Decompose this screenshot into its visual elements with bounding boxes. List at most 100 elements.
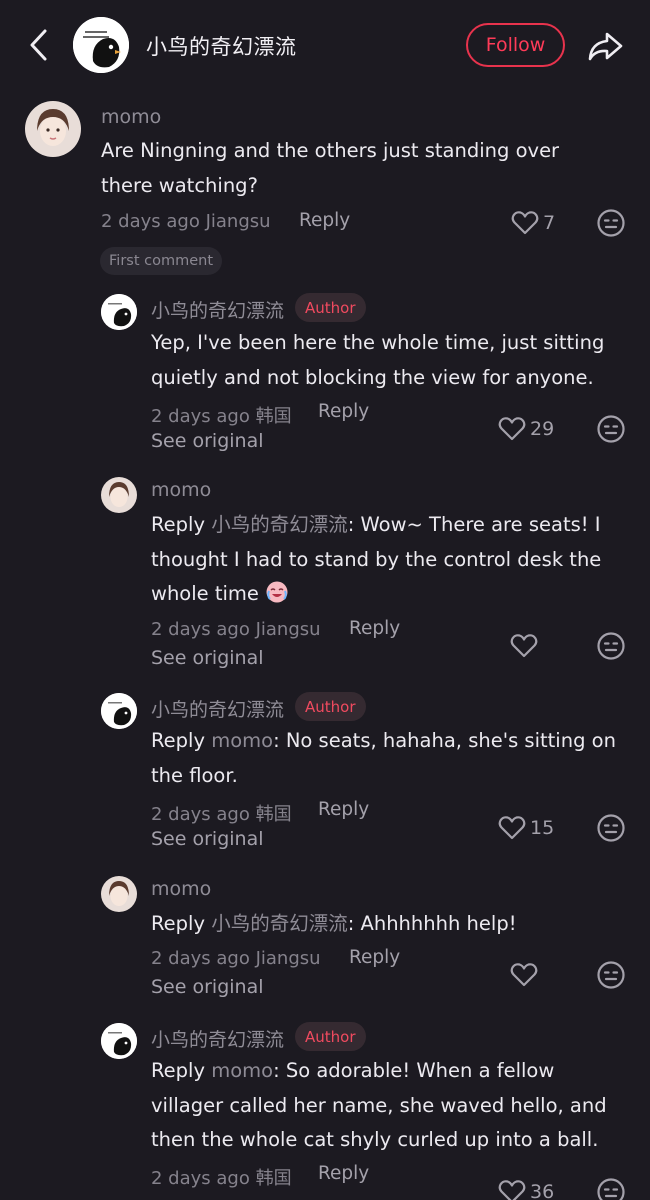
author-badge: Author [295,1022,366,1051]
like-count: 7 [543,212,556,234]
user-avatar[interactable] [101,294,137,330]
neutral-face-icon [597,415,625,443]
reply-target[interactable]: 小鸟的奇幻漂流 [211,513,348,536]
back-button[interactable] [22,22,58,68]
bird-avatar-image [73,17,129,73]
user-avatar[interactable] [101,477,137,513]
like-button[interactable] [510,962,538,988]
reply-text: Reply momo: No seats, hahaha, she's sitt… [151,724,631,793]
reply-time: 2 days ago [151,948,250,969]
reply-location: 韩国 [255,804,292,825]
reply-prefix: Reply [151,513,206,536]
reply-target[interactable]: 小鸟的奇幻漂流 [211,912,348,935]
reply-location: Jiangsu [255,948,321,969]
comment-text: Are Ningning and the others just standin… [101,139,560,197]
bird-avatar-image [101,693,137,729]
neutral-face-icon [597,961,625,989]
reply-meta: 2 days ago 韩国 [151,402,292,428]
reply-author[interactable]: momo [151,878,211,900]
reply-author[interactable]: 小鸟的奇幻漂流 [151,296,284,323]
dislike-button[interactable] [596,208,626,238]
reply-button[interactable]: Reply [318,401,369,422]
author-badge: Author [295,692,366,721]
heart-outline-icon [510,634,538,658]
reply-prefix: Reply [151,912,206,935]
reply-time: 2 days ago [151,804,250,825]
neutral-face-icon [597,209,625,237]
comment-time: 2 days ago [101,211,200,232]
first-comment-badge: First comment [100,247,223,275]
see-original-link[interactable]: See original [151,976,264,998]
reply-meta: 2 days ago 韩国 [151,800,292,826]
reply-button[interactable]: Reply [318,1163,369,1184]
user-avatar[interactable] [101,1023,137,1059]
like-count: 15 [530,817,555,839]
like-button[interactable]: 36 [498,1179,554,1200]
momo-avatar-image [101,477,137,513]
see-original-link[interactable]: See original [151,647,264,669]
heart-outline-icon [498,1180,526,1200]
reply-button[interactable]: Reply [349,947,400,968]
reply-item: momo Reply 小鸟的奇幻漂流: Ahhhhhhh help! 2 day… [0,872,650,1002]
share-button[interactable] [585,26,625,66]
user-avatar[interactable] [25,101,81,157]
dislike-button[interactable] [596,813,626,843]
reply-author[interactable]: 小鸟的奇幻漂流 [151,695,284,722]
see-original-link[interactable]: See original [151,430,264,452]
user-avatar[interactable] [101,693,137,729]
momo-avatar-image [101,876,137,912]
comment-item: momo Are Ningning and the others just st… [0,100,650,280]
reply-meta: 2 days ago 韩国 [151,1164,292,1190]
heart-outline-icon [510,963,538,987]
reply-text: Reply 小鸟的奇幻漂流: Ahhhhhhh help! [151,907,631,942]
chevron-left-icon [30,29,47,61]
like-button[interactable]: 7 [511,210,555,236]
account-name[interactable]: 小鸟的奇幻漂流 [146,31,297,61]
reply-text: Yep, I've been here the whole time, just… [151,331,605,389]
account-avatar[interactable] [73,17,129,73]
dislike-button[interactable] [596,1177,626,1200]
like-button[interactable]: 15 [498,815,554,841]
user-avatar[interactable] [101,876,137,912]
reply-button[interactable]: Reply [318,799,369,820]
follow-button[interactable]: Follow [466,23,565,67]
dislike-button[interactable] [596,631,626,661]
reply-target[interactable]: momo [211,1059,273,1082]
reply-button[interactable]: Reply [299,210,350,231]
comment-meta: 2 days ago Jiangsu [101,211,271,232]
bird-avatar-image [101,294,137,330]
crying-laughing-emoji [266,581,288,603]
reply-button[interactable]: Reply [349,618,400,639]
heart-outline-icon [498,417,526,441]
reply-item: 小鸟的奇幻漂流 Author Yep, I've been here the w… [0,290,650,470]
reply-location: Jiangsu [255,619,321,640]
see-original-link[interactable]: See original [151,828,264,850]
reply-text: Reply 小鸟的奇幻漂流: Wow~ There are seats! I t… [151,508,631,612]
reply-author[interactable]: 小鸟的奇幻漂流 [151,1025,284,1052]
reply-author[interactable]: momo [151,479,211,501]
reply-time: 2 days ago [151,1168,250,1189]
comment-location: Jiangsu [205,211,271,232]
neutral-face-icon [597,632,625,660]
reply-body: : Ahhhhhhh help! [347,912,517,935]
reply-meta: 2 days ago Jiangsu [151,619,321,640]
like-count: 36 [530,1181,555,1200]
reply-meta: 2 days ago Jiangsu [151,948,321,969]
reply-location: 韩国 [255,406,292,427]
reply-location: 韩国 [255,1168,292,1189]
reply-time: 2 days ago [151,619,250,640]
neutral-face-icon [597,1178,625,1200]
comment-author[interactable]: momo [101,106,161,128]
heart-outline-icon [511,211,539,235]
dislike-button[interactable] [596,960,626,990]
reply-item: 小鸟的奇幻漂流 Author Reply momo: So adorable! … [0,1019,650,1200]
like-button[interactable] [510,633,538,659]
momo-avatar-image [25,101,81,157]
like-button[interactable]: 29 [498,416,554,442]
reply-target[interactable]: momo [211,729,273,752]
dislike-button[interactable] [596,414,626,444]
author-badge: Author [295,293,366,322]
top-bar: 小鸟的奇幻漂流 Follow [0,0,650,92]
reply-prefix: Reply [151,729,206,752]
bird-avatar-image [101,1023,137,1059]
